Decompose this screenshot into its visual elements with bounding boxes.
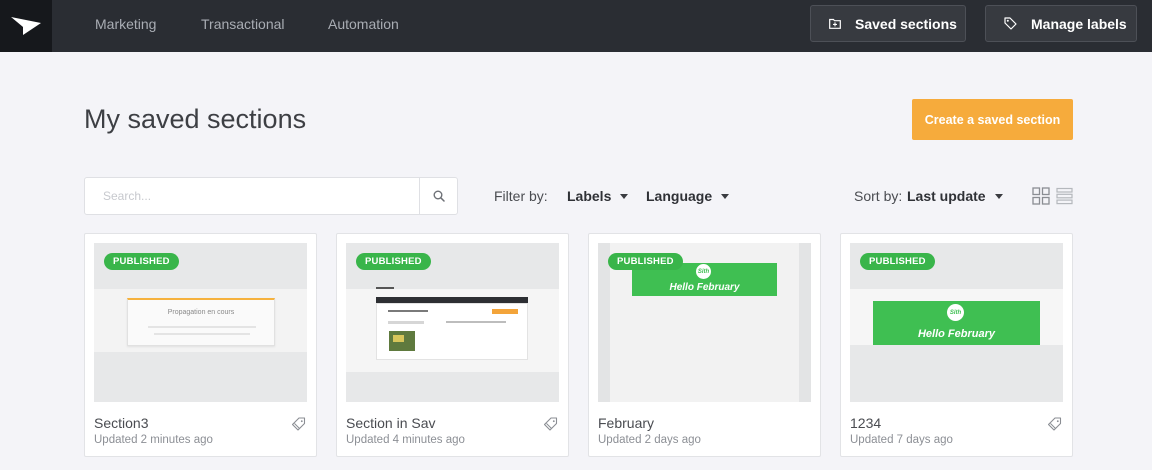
- card-updated: Updated 2 days ago: [598, 434, 701, 446]
- language-dropdown-label: Language: [646, 188, 713, 204]
- status-badge: PUBLISHED: [104, 253, 179, 270]
- thumbnail-logo: Sith: [696, 264, 711, 279]
- chevron-down-icon: [721, 193, 730, 199]
- search-input[interactable]: [85, 178, 420, 214]
- manage-labels-button[interactable]: Manage labels: [985, 5, 1137, 42]
- section-card[interactable]: PUBLISHED Section in Sav Updated 4 minut…: [336, 233, 569, 457]
- saved-sections-label: Saved sections: [855, 15, 957, 32]
- card-updated: Updated 7 days ago: [850, 434, 953, 446]
- nav-transactional[interactable]: Transactional: [201, 16, 285, 32]
- card-updated: Updated 4 minutes ago: [346, 434, 465, 446]
- logo-icon[interactable]: [0, 0, 52, 52]
- thumbnail-banner: Sith Hello February: [873, 301, 1040, 345]
- card-updated: Updated 2 minutes ago: [94, 434, 213, 446]
- sort-by-label: Sort by:: [854, 188, 903, 204]
- list-view-icon[interactable]: [1056, 187, 1074, 205]
- language-dropdown[interactable]: Language: [646, 188, 730, 204]
- tag-icon[interactable]: [544, 417, 558, 431]
- status-badge: PUBLISHED: [608, 253, 683, 270]
- tag-icon[interactable]: [292, 417, 306, 431]
- manage-labels-label: Manage labels: [1031, 15, 1127, 32]
- labels-dropdown-label: Labels: [567, 188, 612, 204]
- grid-view-icon[interactable]: [1032, 187, 1050, 205]
- saved-sections-button[interactable]: Saved sections: [810, 5, 966, 42]
- section-card[interactable]: Sith Hello February PUBLISHED 1234 Updat…: [840, 233, 1073, 457]
- search-icon: [433, 190, 445, 202]
- section-card[interactable]: Sith Hello February PUBLISHED February U…: [588, 233, 821, 457]
- card-title: Section in Sav: [346, 415, 436, 431]
- top-navigation-bar: Marketing Transactional Automation Saved…: [0, 0, 1152, 52]
- sort-dropdown-label: Last update: [907, 188, 986, 204]
- card-title: February: [598, 415, 655, 431]
- thumbnail-text: Propagation en cours: [167, 309, 235, 316]
- status-badge: PUBLISHED: [356, 253, 431, 270]
- thumbnail-text: Hello February: [917, 328, 996, 340]
- folder-icon: [829, 18, 841, 29]
- status-badge: PUBLISHED: [860, 253, 935, 270]
- chevron-down-icon: [620, 193, 629, 199]
- sort-dropdown[interactable]: Last update: [907, 188, 1003, 204]
- chevron-down-icon: [994, 193, 1003, 199]
- section-card[interactable]: Propagation en cours PUBLISHED Section3 …: [84, 233, 317, 457]
- search-box: [84, 177, 458, 215]
- nav-automation[interactable]: Automation: [328, 16, 399, 32]
- search-button[interactable]: [419, 178, 457, 214]
- thumbnail-text: Hello February: [669, 282, 740, 293]
- create-saved-section-button[interactable]: Create a saved section: [912, 99, 1073, 140]
- labels-dropdown[interactable]: Labels: [567, 188, 629, 204]
- page-title: My saved sections: [84, 104, 307, 134]
- tag-icon[interactable]: [1048, 417, 1062, 431]
- filter-by-label: Filter by:: [494, 188, 548, 204]
- card-title: 1234: [850, 415, 882, 431]
- thumbnail-logo: Sith: [947, 304, 964, 321]
- nav-marketing[interactable]: Marketing: [95, 16, 156, 32]
- tag-icon: [1004, 17, 1017, 30]
- card-title: Section3: [94, 415, 149, 431]
